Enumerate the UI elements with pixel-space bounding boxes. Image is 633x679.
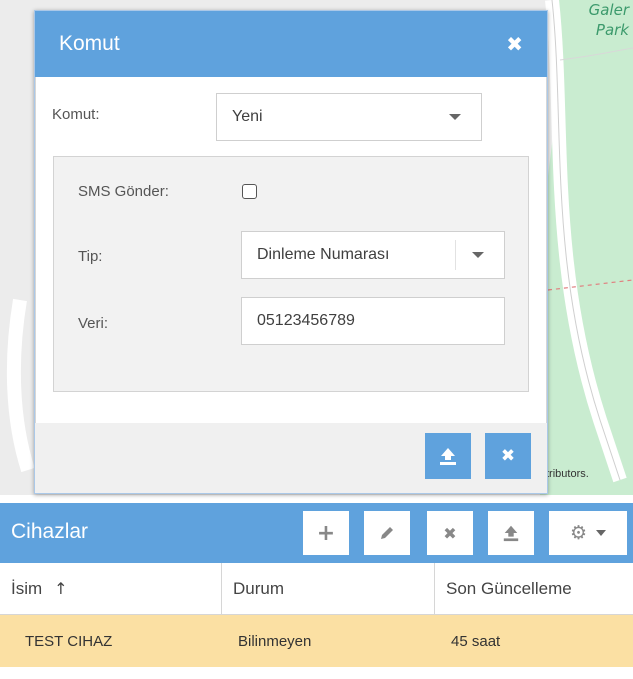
map-attribution[interactable]: tributors. [546, 468, 589, 480]
column-status-label: Durum [233, 578, 285, 598]
column-name-label: İsim [11, 578, 43, 598]
type-select-value: Dinleme Numarası [257, 246, 390, 263]
column-header-status[interactable]: Durum [222, 563, 435, 614]
data-input-value: 05123456789 [257, 312, 355, 329]
command-attributes-panel: SMS Gönder: Tip: Dinleme Numarası Veri: … [53, 156, 529, 392]
command-icon [503, 525, 519, 542]
command-dialog: Komut ✖ Komut: Yeni SMS Gönder: Tip: Din… [34, 10, 548, 494]
type-select[interactable]: Dinleme Numarası [241, 231, 505, 279]
devices-panel-title: Cihazlar [11, 520, 89, 543]
remove-device-button[interactable]: ✖ [427, 511, 473, 555]
chevron-down-icon [596, 530, 607, 536]
type-label: Tip: [78, 248, 103, 265]
select-divider [455, 240, 456, 270]
sms-checkbox[interactable] [242, 184, 257, 199]
chevron-down-icon [449, 114, 461, 120]
add-icon: + [316, 520, 336, 546]
table-row[interactable]: TEST CIHAZ Bilinmeyen 45 saat [0, 615, 633, 667]
dialog-header[interactable]: Komut ✖ [35, 11, 547, 77]
grid-empty-area [0, 667, 633, 679]
dialog-footer: ✖ [35, 423, 547, 493]
remove-icon: ✖ [443, 523, 457, 543]
devices-panel-header: Cihazlar + ✖ ⚙ [0, 503, 633, 563]
edit-device-button[interactable] [364, 511, 410, 555]
data-label: Veri: [78, 315, 109, 332]
cell-last-update: 45 saat [451, 632, 501, 650]
command-select[interactable]: Yeni [216, 93, 482, 141]
edit-icon [381, 527, 393, 539]
command-button[interactable] [488, 511, 534, 555]
cancel-button[interactable]: ✖ [485, 433, 531, 479]
command-select-value: Yeni [232, 108, 263, 125]
data-input[interactable]: 05123456789 [241, 297, 505, 345]
send-button[interactable] [425, 433, 471, 479]
chevron-down-icon [472, 252, 484, 258]
add-device-button[interactable]: + [303, 511, 349, 555]
park-label: Galer Park [588, 1, 629, 39]
column-header-name[interactable]: İsim ↑ [0, 563, 222, 614]
column-header-last-update[interactable]: Son Güncelleme [435, 563, 633, 614]
dialog-body: Komut: Yeni SMS Gönder: Tip: Dinleme Num… [35, 77, 547, 423]
dialog-title: Komut [59, 32, 120, 55]
command-label: Komut: [52, 106, 100, 123]
sms-label: SMS Gönder: [78, 183, 169, 200]
settings-menu-button[interactable]: ⚙ [549, 511, 627, 555]
upload-icon [440, 448, 456, 465]
sort-ascending-icon: ↑ [54, 579, 68, 598]
settings-icon: ⚙ [569, 522, 588, 544]
devices-grid-header: İsim ↑ Durum Son Güncelleme [0, 563, 633, 615]
column-last-update-label: Son Güncelleme [446, 578, 572, 598]
cell-status: Bilinmeyen [238, 632, 312, 650]
close-icon: ✖ [500, 446, 516, 466]
dialog-close-icon[interactable]: ✖ [506, 32, 523, 56]
cell-name: TEST CIHAZ [25, 632, 113, 650]
